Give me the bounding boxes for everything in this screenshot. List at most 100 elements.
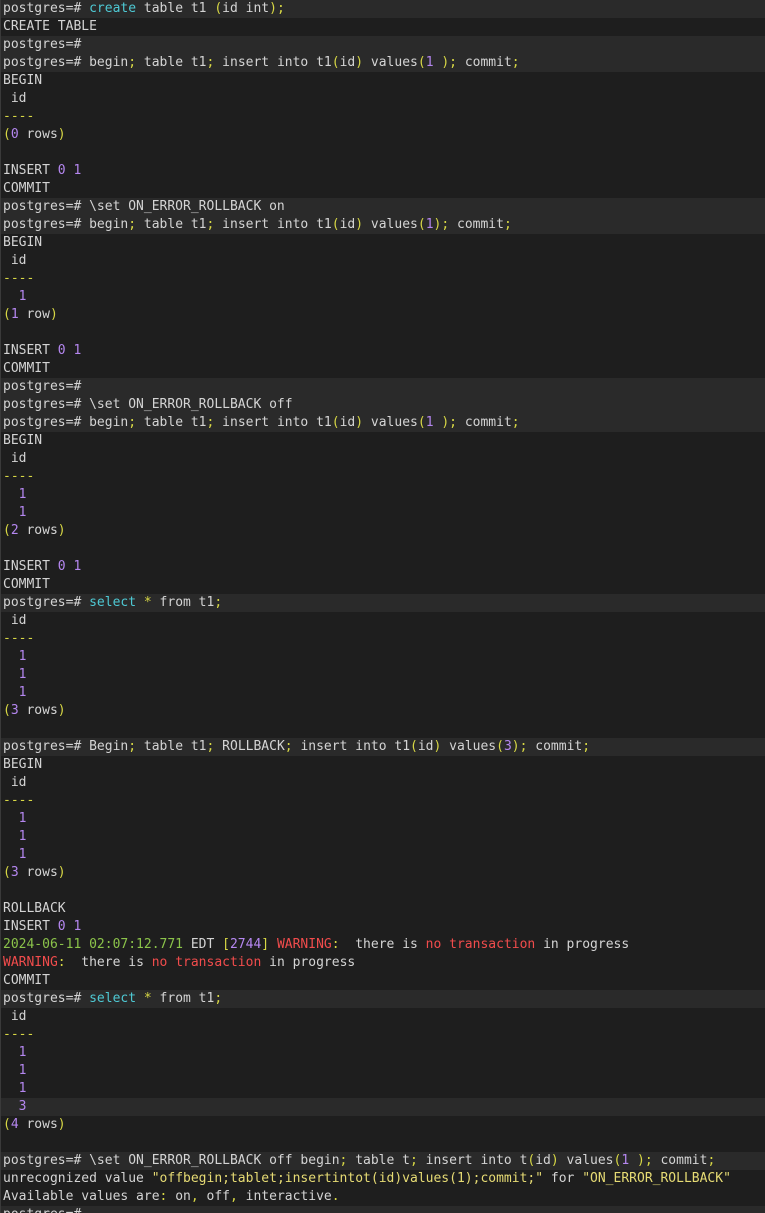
output-text: commit [527, 739, 583, 754]
number: 1 [3, 487, 27, 502]
output-text: commit [449, 217, 504, 232]
output-text: commit [457, 55, 512, 70]
number: 0 1 [57, 163, 82, 178]
output-line: 1 [1, 666, 765, 684]
separator: ---- [3, 469, 35, 484]
output-text: BEGIN [3, 757, 43, 772]
output-text: id [339, 55, 356, 70]
number: 1 [10, 307, 19, 322]
output-line: 1 [1, 648, 765, 666]
output-text: rows [18, 865, 58, 880]
punctuation: ( [331, 55, 340, 70]
output-text: values [363, 55, 418, 70]
output-line: 1 [1, 288, 765, 306]
output-text: CREATE TABLE [3, 19, 97, 34]
output-text: ROLLBACK [3, 901, 66, 916]
punctuation: ; [582, 739, 591, 754]
output-line: COMMIT [1, 972, 765, 990]
punctuation: : [331, 937, 340, 952]
output-text: INSERT [3, 163, 58, 178]
output-text: unrecognized value [3, 1171, 152, 1186]
punctuation: * [143, 595, 152, 610]
prompt-text: postgres=# [3, 415, 90, 430]
output-text: \set ON_ERROR_ROLLBACK off begin [89, 1153, 340, 1168]
output-text: INSERT [3, 343, 58, 358]
punctuation: ; [284, 739, 293, 754]
output-text: id [3, 613, 27, 628]
prompt-text: postgres=# [3, 1, 90, 16]
output-text: COMMIT [3, 577, 50, 592]
output-text: in progress [535, 937, 630, 952]
output-line: 1 [1, 810, 765, 828]
output-line: COMMIT [1, 180, 765, 198]
punctuation: ( [3, 523, 11, 538]
output-text: commit [652, 1153, 708, 1168]
output-line: (1 row) [1, 306, 765, 324]
number: 1 [3, 649, 27, 664]
output-line: id [1, 612, 765, 630]
string-literal: "offbegin;tablet;insertintot(id)values(1… [151, 1171, 544, 1186]
output-text: row [18, 307, 50, 322]
punctuation: ( [417, 415, 426, 430]
output-text: \set ON_ERROR_ROLLBACK off [89, 397, 293, 412]
number: 0 1 [57, 343, 82, 358]
output-text: rows [18, 127, 58, 142]
separator: ---- [3, 109, 35, 124]
output-line: (3 rows) [1, 864, 765, 882]
terminal-window[interactable]: postgres=# create table t1 (id int); CREA… [0, 0, 765, 1213]
number: 3 [10, 865, 19, 880]
command-line: postgres=# select * from t1; [1, 594, 765, 612]
output-text: from t1 [151, 595, 215, 610]
sql-keyword: select [89, 991, 137, 1006]
output-line: (0 rows) [1, 126, 765, 144]
output-line: id [1, 90, 765, 108]
punctuation: ; [128, 55, 137, 70]
punctuation: ); [269, 1, 285, 16]
number: 1 [3, 847, 27, 862]
number: 1 [3, 811, 27, 826]
command-line: postgres=# Begin; table t1; ROLLBACK; in… [1, 738, 765, 756]
command-line: postgres=# select * from t1; [1, 990, 765, 1008]
punctuation: ; [511, 55, 520, 70]
output-line: ---- [1, 468, 765, 486]
output-line: COMMIT [1, 576, 765, 594]
sql-keyword: select [89, 595, 137, 610]
output-line: Available values are: on, off, interacti… [1, 1188, 765, 1206]
punctuation: ; [214, 991, 223, 1006]
number: 1 [3, 1081, 27, 1096]
output-text: in progress [261, 955, 356, 970]
output-text: insert into t1 [214, 217, 332, 232]
punctuation: ) [49, 307, 58, 322]
punctuation: ( [214, 1, 223, 16]
punctuation: ) [57, 1117, 66, 1132]
output-text: rows [18, 703, 58, 718]
output-text: begin [89, 217, 129, 232]
punctuation: ( [496, 739, 504, 754]
warning-text: WARNING [3, 955, 58, 970]
output-text: id [3, 91, 27, 106]
punctuation: ); [511, 739, 528, 754]
number: 1 [425, 415, 434, 430]
output-line: INSERT 0 1 [1, 162, 765, 180]
output-line: 1 [1, 504, 765, 522]
number: 1 [621, 1153, 630, 1168]
output-text: ROLLBACK [214, 739, 285, 754]
output-text: rows [18, 523, 58, 538]
separator: ---- [3, 271, 35, 286]
punctuation: ; [511, 415, 520, 430]
command-line: 3 [1, 1098, 765, 1116]
output-line: 1 [1, 1062, 765, 1080]
punctuation: , [230, 1189, 238, 1204]
punctuation: ); [433, 55, 457, 70]
prompt-text: postgres=# [3, 217, 90, 232]
punctuation: ( [3, 1117, 11, 1132]
output-text: off [198, 1189, 231, 1204]
punctuation: ) [57, 127, 66, 142]
prompt-text: postgres=# [3, 1153, 90, 1168]
punctuation: ; [214, 595, 223, 610]
output-text: there is [65, 955, 152, 970]
separator: ---- [3, 631, 35, 646]
